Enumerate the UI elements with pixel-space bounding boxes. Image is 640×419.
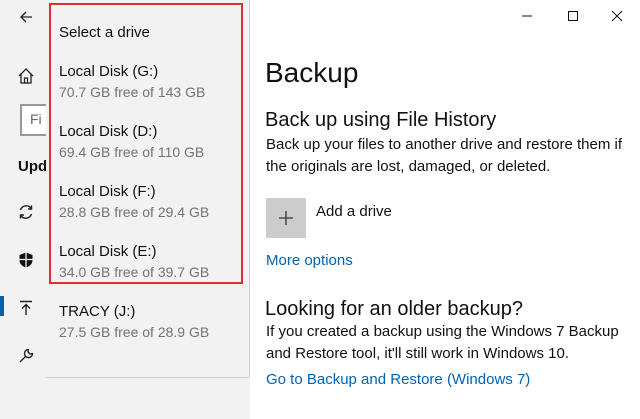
minimize-button[interactable]	[504, 2, 550, 30]
drive-item-d[interactable]: Local Disk (D:) 69.4 GB free of 110 GB	[46, 122, 250, 178]
drive-name: Local Disk (E:)	[59, 243, 157, 260]
nav-home[interactable]	[12, 62, 40, 90]
drive-item-j[interactable]: TRACY (J:) 27.5 GB free of 28.9 GB	[46, 302, 250, 358]
drive-free-space: 27.5 GB free of 28.9 GB	[59, 324, 210, 340]
drive-free-space: 34.0 GB free of 39.7 GB	[59, 264, 210, 280]
popup-title: Select a drive	[59, 24, 150, 41]
page-title: Backup	[265, 57, 359, 88]
drive-free-space: 69.4 GB free of 110 GB	[59, 144, 205, 160]
close-button[interactable]	[594, 2, 640, 30]
drive-item-g[interactable]: Local Disk (G:) 70.7 GB free of 143 GB	[46, 62, 250, 118]
file-history-heading: Back up using File History	[265, 109, 497, 131]
back-button[interactable]	[8, 2, 44, 32]
maximize-icon	[568, 11, 578, 21]
back-arrow-icon	[20, 11, 32, 23]
active-nav-indicator	[0, 296, 4, 316]
nav-backup[interactable]	[12, 294, 40, 322]
nav-section-label: Upd	[18, 158, 48, 175]
drive-name: TRACY (J:)	[59, 303, 136, 320]
more-options-link[interactable]: More options	[266, 252, 353, 269]
older-backup-heading: Looking for an older backup?	[265, 298, 523, 320]
close-icon	[611, 10, 623, 22]
sync-icon	[19, 205, 33, 219]
add-drive-label[interactable]: Add a drive	[316, 203, 392, 220]
file-history-description: Back up your files to another drive and …	[266, 136, 623, 175]
older-backup-description: If you created a backup using the Window…	[266, 323, 619, 362]
wrench-icon	[19, 348, 34, 363]
drive-name: Local Disk (G:)	[59, 63, 159, 80]
drive-free-space: 28.8 GB free of 29.4 GB	[59, 204, 210, 220]
nav-troubleshoot[interactable]	[12, 342, 40, 370]
minimize-icon	[522, 15, 532, 17]
nav-windows-security[interactable]	[12, 246, 40, 274]
search-placeholder: Fi	[30, 111, 42, 127]
select-drive-popup: Select a drive Local Disk (G:) 70.7 GB f…	[46, 0, 250, 378]
drive-name: Local Disk (D:)	[59, 123, 158, 140]
home-icon	[18, 68, 34, 84]
backup-icon	[20, 300, 32, 315]
drive-item-e[interactable]: Local Disk (E:) 34.0 GB free of 39.7 GB	[46, 242, 250, 298]
drive-name: Local Disk (F:)	[59, 183, 156, 200]
add-drive-button[interactable]	[266, 198, 306, 238]
drive-item-f[interactable]: Local Disk (F:) 28.8 GB free of 29.4 GB	[46, 182, 250, 238]
drive-free-space: 70.7 GB free of 143 GB	[59, 84, 206, 100]
plus-icon	[279, 211, 293, 225]
maximize-button[interactable]	[550, 2, 596, 30]
nav-windows-update[interactable]	[12, 198, 40, 226]
backup-restore-link[interactable]: Go to Backup and Restore (Windows 7)	[266, 371, 530, 388]
shield-icon	[19, 252, 33, 268]
